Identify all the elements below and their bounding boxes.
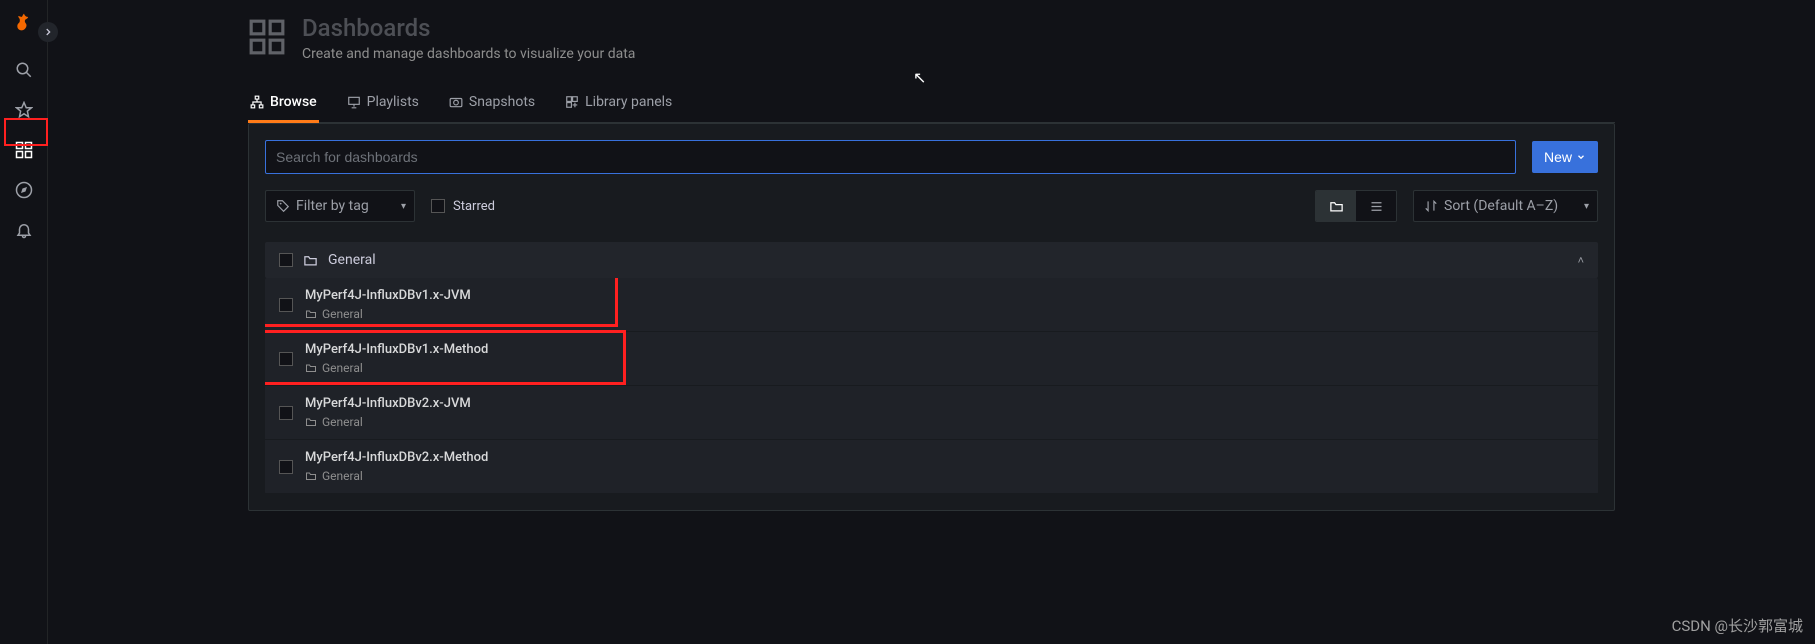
star-icon [15, 101, 33, 119]
starred-label: Starred [453, 199, 495, 214]
folder-name: General [328, 252, 376, 268]
new-button-label: New [1544, 149, 1572, 165]
dashboard-folder: General [305, 361, 488, 375]
dashboard-item[interactable]: MyPerf4J-InfluxDBv2.x-Method General [265, 440, 1598, 494]
search-icon [15, 61, 33, 79]
folder-open-icon [303, 253, 318, 268]
dashboard-item[interactable]: MyPerf4J-InfluxDBv1.x-Method General [265, 332, 1598, 386]
dashboard-item[interactable]: MyPerf4J-InfluxDBv1.x-JVM General [265, 278, 1598, 332]
tab-snapshots[interactable]: Snapshots [447, 86, 537, 123]
dashboard-title: MyPerf4J-InfluxDBv2.x-Method [305, 450, 488, 465]
apps-icon [15, 141, 33, 159]
tab-label: Library panels [585, 94, 672, 110]
sort-select[interactable]: Sort (Default A–Z) ▾ [1413, 190, 1598, 222]
dashboard-checkbox[interactable] [279, 352, 293, 366]
library-panel-icon [565, 95, 579, 109]
new-button[interactable]: New [1532, 141, 1598, 173]
compass-icon [15, 181, 33, 199]
folder-icon [305, 470, 317, 482]
tab-label: Playlists [367, 94, 419, 110]
chevron-down-icon [1576, 152, 1586, 162]
dashboard-title: MyPerf4J-InfluxDBv1.x-JVM [305, 288, 471, 303]
nav-dashboards[interactable] [8, 134, 40, 166]
filter-by-tag-label: Filter by tag [296, 198, 369, 214]
chevron-up-icon: ˄ [1578, 254, 1584, 267]
dashboard-folder: General [305, 415, 471, 429]
view-folders-button[interactable] [1316, 191, 1356, 221]
watermark: CSDN @长沙郭富城 [1672, 615, 1803, 636]
filter-by-tag[interactable]: Filter by tag ▾ [265, 190, 415, 222]
folder-icon [305, 308, 317, 320]
nav-explore[interactable] [8, 174, 40, 206]
camera-icon [449, 95, 463, 109]
dashboard-checkbox[interactable] [279, 460, 293, 474]
apps-icon [248, 18, 286, 56]
nav-alerting[interactable] [8, 214, 40, 246]
view-list-button[interactable] [1356, 191, 1396, 221]
nav-starred[interactable] [8, 94, 40, 126]
dashboard-checkbox[interactable] [279, 406, 293, 420]
tab-label: Snapshots [469, 94, 535, 110]
tab-browse[interactable]: Browse [248, 86, 319, 123]
tabs: Browse Playlists Snapshots Library panel… [248, 86, 1615, 123]
dashboard-title: MyPerf4J-InfluxDBv2.x-JVM [305, 396, 471, 411]
grafana-logo[interactable] [8, 6, 40, 38]
dashboard-folder: General [305, 307, 471, 321]
page-title: Dashboards [302, 14, 635, 42]
dashboard-title: MyPerf4J-InfluxDBv1.x-Method [305, 342, 488, 357]
tab-playlists[interactable]: Playlists [345, 86, 421, 123]
bell-icon [15, 221, 33, 239]
nav-sidebar [0, 0, 48, 644]
dashboard-folder: General [305, 469, 488, 483]
page-subtitle: Create and manage dashboards to visualiz… [302, 46, 635, 62]
chevron-down-icon: ▾ [1584, 201, 1589, 212]
page-header: Dashboards Create and manage dashboards … [248, 14, 1615, 62]
dashboard-list: MyPerf4J-InfluxDBv1.x-JVM General MyPerf… [265, 278, 1598, 494]
tab-library-panels[interactable]: Library panels [563, 86, 674, 123]
sort-label: Sort (Default A–Z) [1444, 198, 1558, 214]
presentation-icon [347, 95, 361, 109]
grafana-icon [14, 11, 34, 33]
main-content: Dashboards Create and manage dashboards … [48, 0, 1815, 644]
dashboards-header-icon [248, 18, 286, 56]
sort-icon [1424, 199, 1438, 213]
dashboard-panel: New Filter by tag ▾ Starred [248, 123, 1615, 511]
tab-label: Browse [270, 94, 317, 110]
sitemap-icon [250, 95, 264, 109]
nav-search[interactable] [8, 54, 40, 86]
folder-icon [305, 416, 317, 428]
tag-icon [276, 199, 290, 213]
dashboard-checkbox[interactable] [279, 298, 293, 312]
folder-icon [1329, 199, 1344, 214]
starred-checkbox[interactable] [431, 199, 445, 213]
dashboard-item[interactable]: MyPerf4J-InfluxDBv2.x-JVM General [265, 386, 1598, 440]
chevron-down-icon: ▾ [401, 201, 406, 212]
folder-checkbox[interactable] [279, 253, 293, 267]
starred-filter[interactable]: Starred [431, 199, 495, 214]
folder-header-general[interactable]: General ˄ [265, 242, 1598, 278]
view-toggle [1315, 190, 1397, 222]
list-icon [1369, 199, 1384, 214]
search-input[interactable] [265, 140, 1516, 174]
folder-icon [305, 362, 317, 374]
